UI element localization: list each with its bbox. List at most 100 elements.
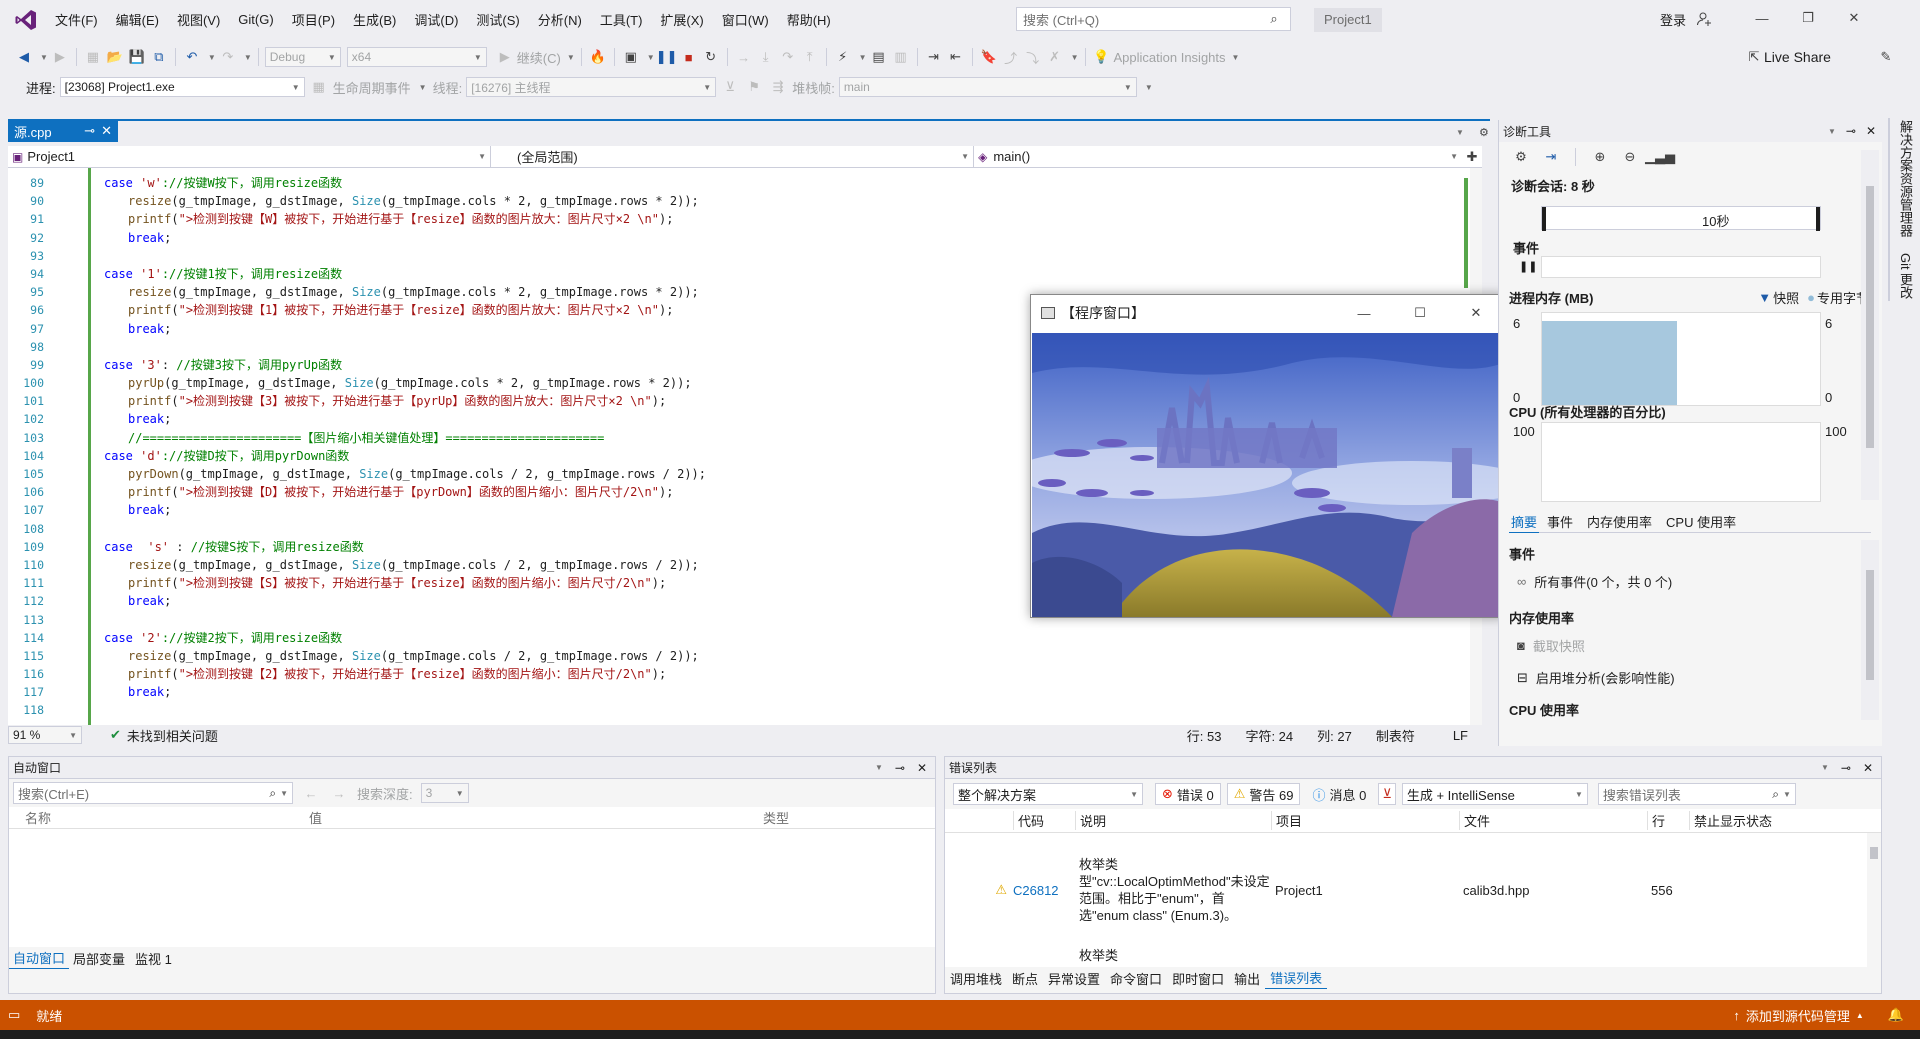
thread-dropdown[interactable]: [16276] 主线程 ▼ xyxy=(466,77,717,97)
take-snapshot-row[interactable]: ◙ 截取快照 xyxy=(1517,636,1585,655)
minimize-icon[interactable]: — xyxy=(1752,8,1772,28)
undo-dropdown-icon[interactable]: ▼ xyxy=(208,53,216,62)
login-link[interactable]: 登录 xyxy=(1660,10,1686,29)
step-out-icon[interactable]: ⤒ xyxy=(800,47,820,67)
col-value[interactable]: 值 xyxy=(309,808,763,827)
zoom-out-icon[interactable]: ⊖ xyxy=(1620,147,1640,167)
all-events-link[interactable]: 所有事件(0 个，共 0 个) xyxy=(1534,572,1672,591)
program-window[interactable]: 【程序窗口】 — ☐ ✕ xyxy=(1030,294,1505,618)
show-next-statement-icon[interactable]: → xyxy=(734,47,754,67)
open-folder-icon[interactable]: 📂 xyxy=(105,47,125,67)
code-line[interactable]: 92 break; xyxy=(8,229,1458,247)
diag-upper-scrollbar[interactable] xyxy=(1861,150,1879,500)
pin-icon[interactable]: ⊸ xyxy=(895,761,905,775)
export-icon[interactable]: ⇥ xyxy=(1541,147,1561,167)
code-line[interactable]: 117 break; xyxy=(8,683,1458,701)
split-icon[interactable]: ✚ xyxy=(1462,147,1482,167)
indent-icon[interactable]: ⇥ xyxy=(924,47,944,67)
pin-icon[interactable]: ⊸ xyxy=(84,123,95,139)
pause-icon[interactable]: ❚❚ xyxy=(656,47,678,67)
col-description[interactable]: 说明 xyxy=(1075,811,1271,830)
process-dropdown[interactable]: [23068] Project1.exe ▼ xyxy=(59,77,305,97)
col-type[interactable]: 类型 xyxy=(763,808,933,827)
build-filter-toggle[interactable]: ⊻ xyxy=(1378,783,1396,805)
col-suppression[interactable]: 禁止显示状态 xyxy=(1689,811,1843,830)
messages-filter-button[interactable]: ⓘ 消息 0 xyxy=(1306,783,1372,805)
tab-output[interactable]: 输出 xyxy=(1229,967,1265,989)
tab-breakpoints[interactable]: 断点 xyxy=(1007,967,1043,989)
menu-extensions[interactable]: 扩展(X) xyxy=(651,10,712,29)
tab-call-stack[interactable]: 调用堆栈 xyxy=(945,967,1007,989)
screenshot-dropdown-icon[interactable]: ▼ xyxy=(647,53,655,62)
tab-command-window[interactable]: 命令窗口 xyxy=(1105,967,1167,989)
function-scope-dropdown[interactable]: ◈ main() ▼ xyxy=(974,146,1462,168)
app-insights-dropdown-icon[interactable]: ▼ xyxy=(1232,53,1240,62)
global-scope-dropdown[interactable]: (全局范围) ▼ xyxy=(491,145,975,168)
program-window-titlebar[interactable]: 【程序窗口】 — ☐ ✕ xyxy=(1031,295,1504,331)
tab-cpu-usage[interactable]: CPU 使用率 xyxy=(1658,511,1744,533)
continue-icon[interactable]: ▶ xyxy=(495,47,515,67)
panel-menu-icon[interactable]: ▼ xyxy=(1828,127,1836,136)
warnings-filter-button[interactable]: ⚠ 警告 69 xyxy=(1226,783,1301,805)
menu-view[interactable]: 视图(V) xyxy=(168,10,229,29)
filter-icon[interactable]: ⊻ xyxy=(720,77,740,97)
feedback-icon[interactable]: ✎ xyxy=(1876,47,1896,67)
menu-debug[interactable]: 调试(D) xyxy=(405,10,467,29)
toolbar-overflow-icon[interactable]: ▼ xyxy=(1071,53,1079,62)
panel-menu-icon[interactable]: ▼ xyxy=(875,763,883,772)
error-code-link[interactable]: C26812 xyxy=(1013,883,1075,898)
back-dropdown-icon[interactable]: ▼ xyxy=(40,53,48,62)
menu-analyze[interactable]: 分析(N) xyxy=(529,10,591,29)
layout-icon-1[interactable]: ▤ xyxy=(869,47,889,67)
zoom-dropdown[interactable]: 91 % ▼ xyxy=(8,726,82,744)
error-row[interactable]: ⚠ C26812 枚举类型"cv::LocalOptimMethod"未设定范围… xyxy=(945,833,1881,947)
close-icon[interactable]: ✕ xyxy=(1863,761,1873,775)
menu-test[interactable]: 测试(S) xyxy=(467,10,528,29)
code-line[interactable]: 94 case '1'://按键1按下，调用resize函数 xyxy=(8,265,1458,283)
errors-filter-button[interactable]: ⊗ 错误 0 xyxy=(1155,783,1221,805)
quick-search-box[interactable]: 搜索 (Ctrl+Q) ⌕ xyxy=(1016,7,1291,31)
heap-analysis-checkbox[interactable]: 启用堆分析(会影响性能) xyxy=(1536,668,1675,687)
pin-icon[interactable]: ⊸ xyxy=(1846,124,1856,138)
redo-dropdown-icon[interactable]: ▼ xyxy=(244,53,252,62)
tab-summary[interactable]: 摘要 xyxy=(1509,511,1540,533)
screenshot-icon[interactable]: ▣ xyxy=(621,47,641,67)
hot-reload-icon[interactable]: 🔥 xyxy=(588,47,608,67)
code-line[interactable]: 118 xyxy=(8,701,1458,719)
menu-git[interactable]: Git(G) xyxy=(229,12,282,27)
back-icon[interactable]: ◀ xyxy=(14,47,34,67)
diag-lower-scrollbar[interactable] xyxy=(1861,540,1879,720)
notifications-icon[interactable]: 🔔 xyxy=(1888,1007,1904,1023)
config-dropdown[interactable]: Debug ▼ xyxy=(264,47,341,67)
tab-immediate-window[interactable]: 即时窗口 xyxy=(1167,967,1229,989)
stop-icon[interactable]: ■ xyxy=(679,47,699,67)
error-list-scrollbar[interactable] xyxy=(1867,833,1881,967)
stack-frame-dropdown[interactable]: main ▼ xyxy=(838,77,1137,97)
search-back-icon[interactable]: ← xyxy=(301,783,321,803)
menu-help[interactable]: 帮助(H) xyxy=(778,10,840,29)
tab-memory-usage[interactable]: 内存使用率 xyxy=(1581,511,1658,533)
step-into-icon[interactable]: ⤓ xyxy=(756,47,776,67)
close-icon[interactable]: ✕ xyxy=(1844,8,1864,28)
pin-icon[interactable]: ⊸ xyxy=(1841,761,1851,775)
menu-window[interactable]: 窗口(W) xyxy=(713,10,778,29)
close-icon[interactable]: ✕ xyxy=(917,761,927,775)
col-name[interactable]: 名称 xyxy=(9,808,309,827)
menu-tools[interactable]: 工具(T) xyxy=(591,10,652,29)
layout-icon-2[interactable]: ▥ xyxy=(891,47,911,67)
app-insights-button[interactable]: Application Insights xyxy=(1114,50,1226,65)
solution-explorer-tab[interactable]: 解决方案资源管理器 xyxy=(1888,118,1920,239)
settings-icon[interactable]: ⚙ xyxy=(1511,147,1531,167)
code-line[interactable]: 90 resize(g_tmpImage, g_dstImage, Size(g_… xyxy=(8,192,1458,210)
threads-dropdown-icon[interactable]: ▼ xyxy=(859,53,867,62)
menu-project[interactable]: 项目(P) xyxy=(283,10,344,29)
status-tabs[interactable]: 制表符 xyxy=(1376,726,1415,745)
new-project-icon[interactable]: ▦ xyxy=(83,47,103,67)
col-file[interactable]: 文件 xyxy=(1459,811,1647,830)
next-bookmark-icon[interactable]: ⤵ xyxy=(1023,47,1043,67)
status-eol[interactable]: LF xyxy=(1453,728,1468,743)
col-project[interactable]: 项目 xyxy=(1271,811,1459,830)
minimize-icon[interactable]: — xyxy=(1354,303,1374,323)
save-all-icon[interactable]: ⧉ xyxy=(149,47,169,67)
continue-dropdown-icon[interactable]: ▼ xyxy=(567,53,575,62)
